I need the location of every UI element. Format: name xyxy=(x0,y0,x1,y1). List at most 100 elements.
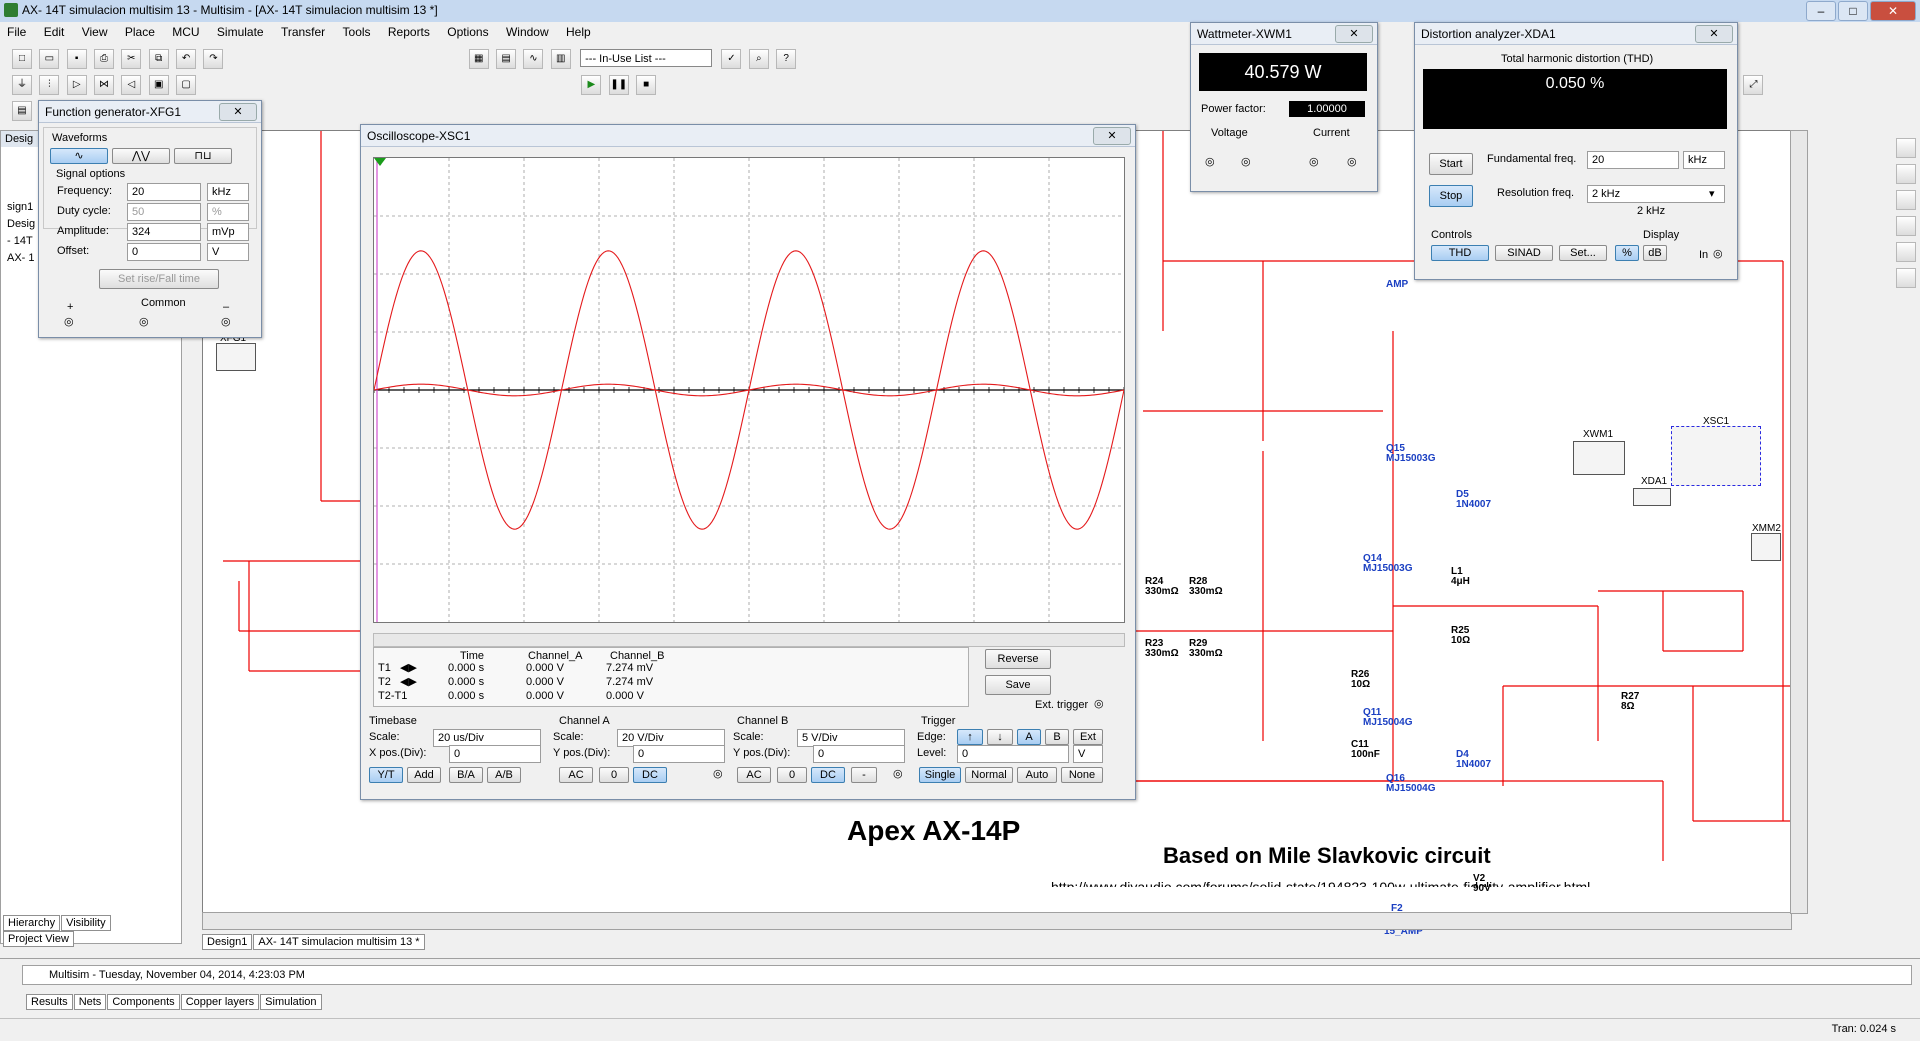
auto-button[interactable]: Auto xyxy=(1017,767,1057,783)
multimeter-icon[interactable] xyxy=(1896,138,1916,158)
tab-design1[interactable]: Design1 xyxy=(202,934,253,950)
amplitude-input[interactable]: 324 xyxy=(127,223,201,241)
spreadsheet-icon[interactable]: ▤ xyxy=(496,49,517,69)
osc-close-button[interactable]: ✕ xyxy=(1093,127,1131,145)
duty-cycle-input[interactable]: 50 xyxy=(127,203,201,221)
place-cmos-icon[interactable]: ▢ xyxy=(176,75,197,95)
menu-place[interactable]: Place xyxy=(118,22,162,42)
normal-button[interactable]: Normal xyxy=(965,767,1013,783)
place-diode-icon[interactable]: ▷ xyxy=(66,75,87,95)
in-terminal-icon[interactable]: ◎ xyxy=(1713,247,1723,260)
close-button[interactable]: ✕ xyxy=(1870,1,1916,21)
channel-a-ac-button[interactable]: AC xyxy=(559,767,593,783)
voltage-minus-terminal-icon[interactable]: ◎ xyxy=(1241,155,1251,168)
channel-b-minus-button[interactable]: - xyxy=(851,767,877,783)
menu-window[interactable]: Window xyxy=(499,22,556,42)
none-button[interactable]: None xyxy=(1061,767,1103,783)
set-rise-fall-button[interactable]: Set rise/Fall time xyxy=(99,269,219,289)
tab-simulation[interactable]: Simulation xyxy=(260,994,322,1010)
chevron-down-icon[interactable]: ▾ xyxy=(1709,187,1715,200)
stop-button[interactable]: Stop xyxy=(1429,185,1473,207)
tab-results[interactable]: Results xyxy=(26,994,73,1010)
thd-button[interactable]: THD xyxy=(1431,245,1489,261)
xsc1-instrument[interactable] xyxy=(1671,426,1761,486)
sinad-button[interactable]: SINAD xyxy=(1495,245,1553,261)
channel-b-dc-button[interactable]: DC xyxy=(811,767,845,783)
design-toolbox-icon[interactable]: ▤ xyxy=(12,101,32,121)
place-source-icon[interactable]: ⏚ xyxy=(12,75,32,95)
channel-a-ypos-input[interactable]: 0 xyxy=(633,745,725,763)
resolution-freq-select[interactable]: 2 kHz xyxy=(1587,185,1725,203)
place-transistor-icon[interactable]: ⋈ xyxy=(94,75,115,95)
channel-b-zero-button[interactable]: 0 xyxy=(777,767,807,783)
save-icon[interactable]: ▪ xyxy=(66,49,87,69)
offset-input[interactable]: 0 xyxy=(127,243,201,261)
current-minus-terminal-icon[interactable]: ◎ xyxy=(1347,155,1357,168)
set-button[interactable]: Set... xyxy=(1559,245,1607,261)
xfg1-instrument[interactable] xyxy=(216,343,256,371)
fundamental-freq-input[interactable]: 20 xyxy=(1587,151,1679,169)
square-wave-button[interactable]: ⊓⊔ xyxy=(174,148,232,164)
redo-icon[interactable]: ↷ xyxy=(203,49,224,69)
erc-icon[interactable]: ✓ xyxy=(721,49,742,69)
db-button[interactable]: dB xyxy=(1643,245,1667,261)
trigger-level-unit[interactable]: V xyxy=(1073,745,1103,763)
triangle-wave-button[interactable]: ⋀⋁ xyxy=(112,148,170,164)
percent-button[interactable]: % xyxy=(1615,245,1639,261)
xda1-instrument[interactable] xyxy=(1633,488,1671,506)
save-button[interactable]: Save xyxy=(985,675,1051,695)
da-close-button[interactable]: ✕ xyxy=(1695,25,1733,43)
wm-close-button[interactable]: ✕ xyxy=(1335,25,1373,43)
print-icon[interactable]: ⎙ xyxy=(94,49,115,69)
trigger-level-input[interactable]: 0 xyxy=(957,745,1069,763)
menu-edit[interactable]: Edit xyxy=(37,22,72,42)
voltage-plus-terminal-icon[interactable]: ◎ xyxy=(1205,155,1215,168)
zoom-find-icon[interactable]: ⌕ xyxy=(748,49,769,69)
place-ttl-icon[interactable]: ▣ xyxy=(148,75,169,95)
falling-edge-button[interactable]: ↓ xyxy=(987,729,1013,745)
duty-cycle-unit[interactable]: % xyxy=(207,203,249,221)
canvas-vscrollbar[interactable] xyxy=(1790,130,1808,914)
new-file-icon[interactable]: □ xyxy=(12,49,32,69)
frequency-unit[interactable]: kHz xyxy=(207,183,249,201)
fg-minus-terminal-icon[interactable]: ◎ xyxy=(221,315,231,328)
menu-file[interactable]: File xyxy=(0,22,33,42)
current-plus-terminal-icon[interactable]: ◎ xyxy=(1309,155,1319,168)
distortion-analyzer-icon[interactable] xyxy=(1896,268,1916,288)
fg-close-button[interactable]: ✕ xyxy=(219,103,257,121)
xmm2-instrument[interactable] xyxy=(1751,533,1781,561)
function-generator-icon[interactable] xyxy=(1896,164,1916,184)
oscilloscope-screen[interactable] xyxy=(373,157,1125,623)
osc-hscrollbar[interactable] xyxy=(373,633,1125,647)
ab-button[interactable]: A/B xyxy=(487,767,521,783)
place-basic-icon[interactable]: ⫶ xyxy=(39,75,60,95)
offset-unit[interactable]: V xyxy=(207,243,249,261)
tab-copper-layers[interactable]: Copper layers xyxy=(180,994,260,1010)
single-button[interactable]: Single xyxy=(919,767,961,783)
tab-ax14t[interactable]: AX- 14T simulacion multisim 13 * xyxy=(253,934,425,950)
xwm1-instrument[interactable] xyxy=(1573,441,1625,475)
grapher-icon[interactable]: ∿ xyxy=(523,49,544,69)
menu-help[interactable]: Help xyxy=(559,22,598,42)
rising-edge-button[interactable]: ↑ xyxy=(957,729,983,745)
oscilloscope-icon[interactable] xyxy=(1896,216,1916,236)
zoom-fit-icon[interactable]: ⤢ xyxy=(1743,75,1764,95)
in-use-list-dropdown[interactable]: --- In-Use List --- xyxy=(580,49,713,67)
schematic-url[interactable]: http://www.diyaudio.com/forums/solid-sta… xyxy=(1051,879,1611,887)
place-analog-icon[interactable]: ◁ xyxy=(121,75,142,95)
channel-a-dc-button[interactable]: DC xyxy=(633,767,667,783)
trigger-b-button[interactable]: B xyxy=(1045,729,1069,745)
trigger-ext-button[interactable]: Ext xyxy=(1073,729,1103,745)
menu-view[interactable]: View xyxy=(75,22,115,42)
fg-common-terminal-icon[interactable]: ◎ xyxy=(139,315,149,328)
tab-visibility[interactable]: Visibility xyxy=(61,915,111,931)
pause-simulation-icon[interactable]: ❚❚ xyxy=(608,75,629,95)
channel-a-zero-button[interactable]: 0 xyxy=(599,767,629,783)
minimize-button[interactable]: – xyxy=(1806,1,1836,21)
maximize-button[interactable]: □ xyxy=(1838,1,1868,21)
toggle-grid-icon[interactable]: ▦ xyxy=(468,49,489,69)
yt-button[interactable]: Y/T xyxy=(369,767,403,783)
copy-icon[interactable]: ⧉ xyxy=(148,49,169,69)
start-button[interactable]: Start xyxy=(1429,153,1473,175)
cut-icon[interactable]: ✂ xyxy=(121,49,142,69)
